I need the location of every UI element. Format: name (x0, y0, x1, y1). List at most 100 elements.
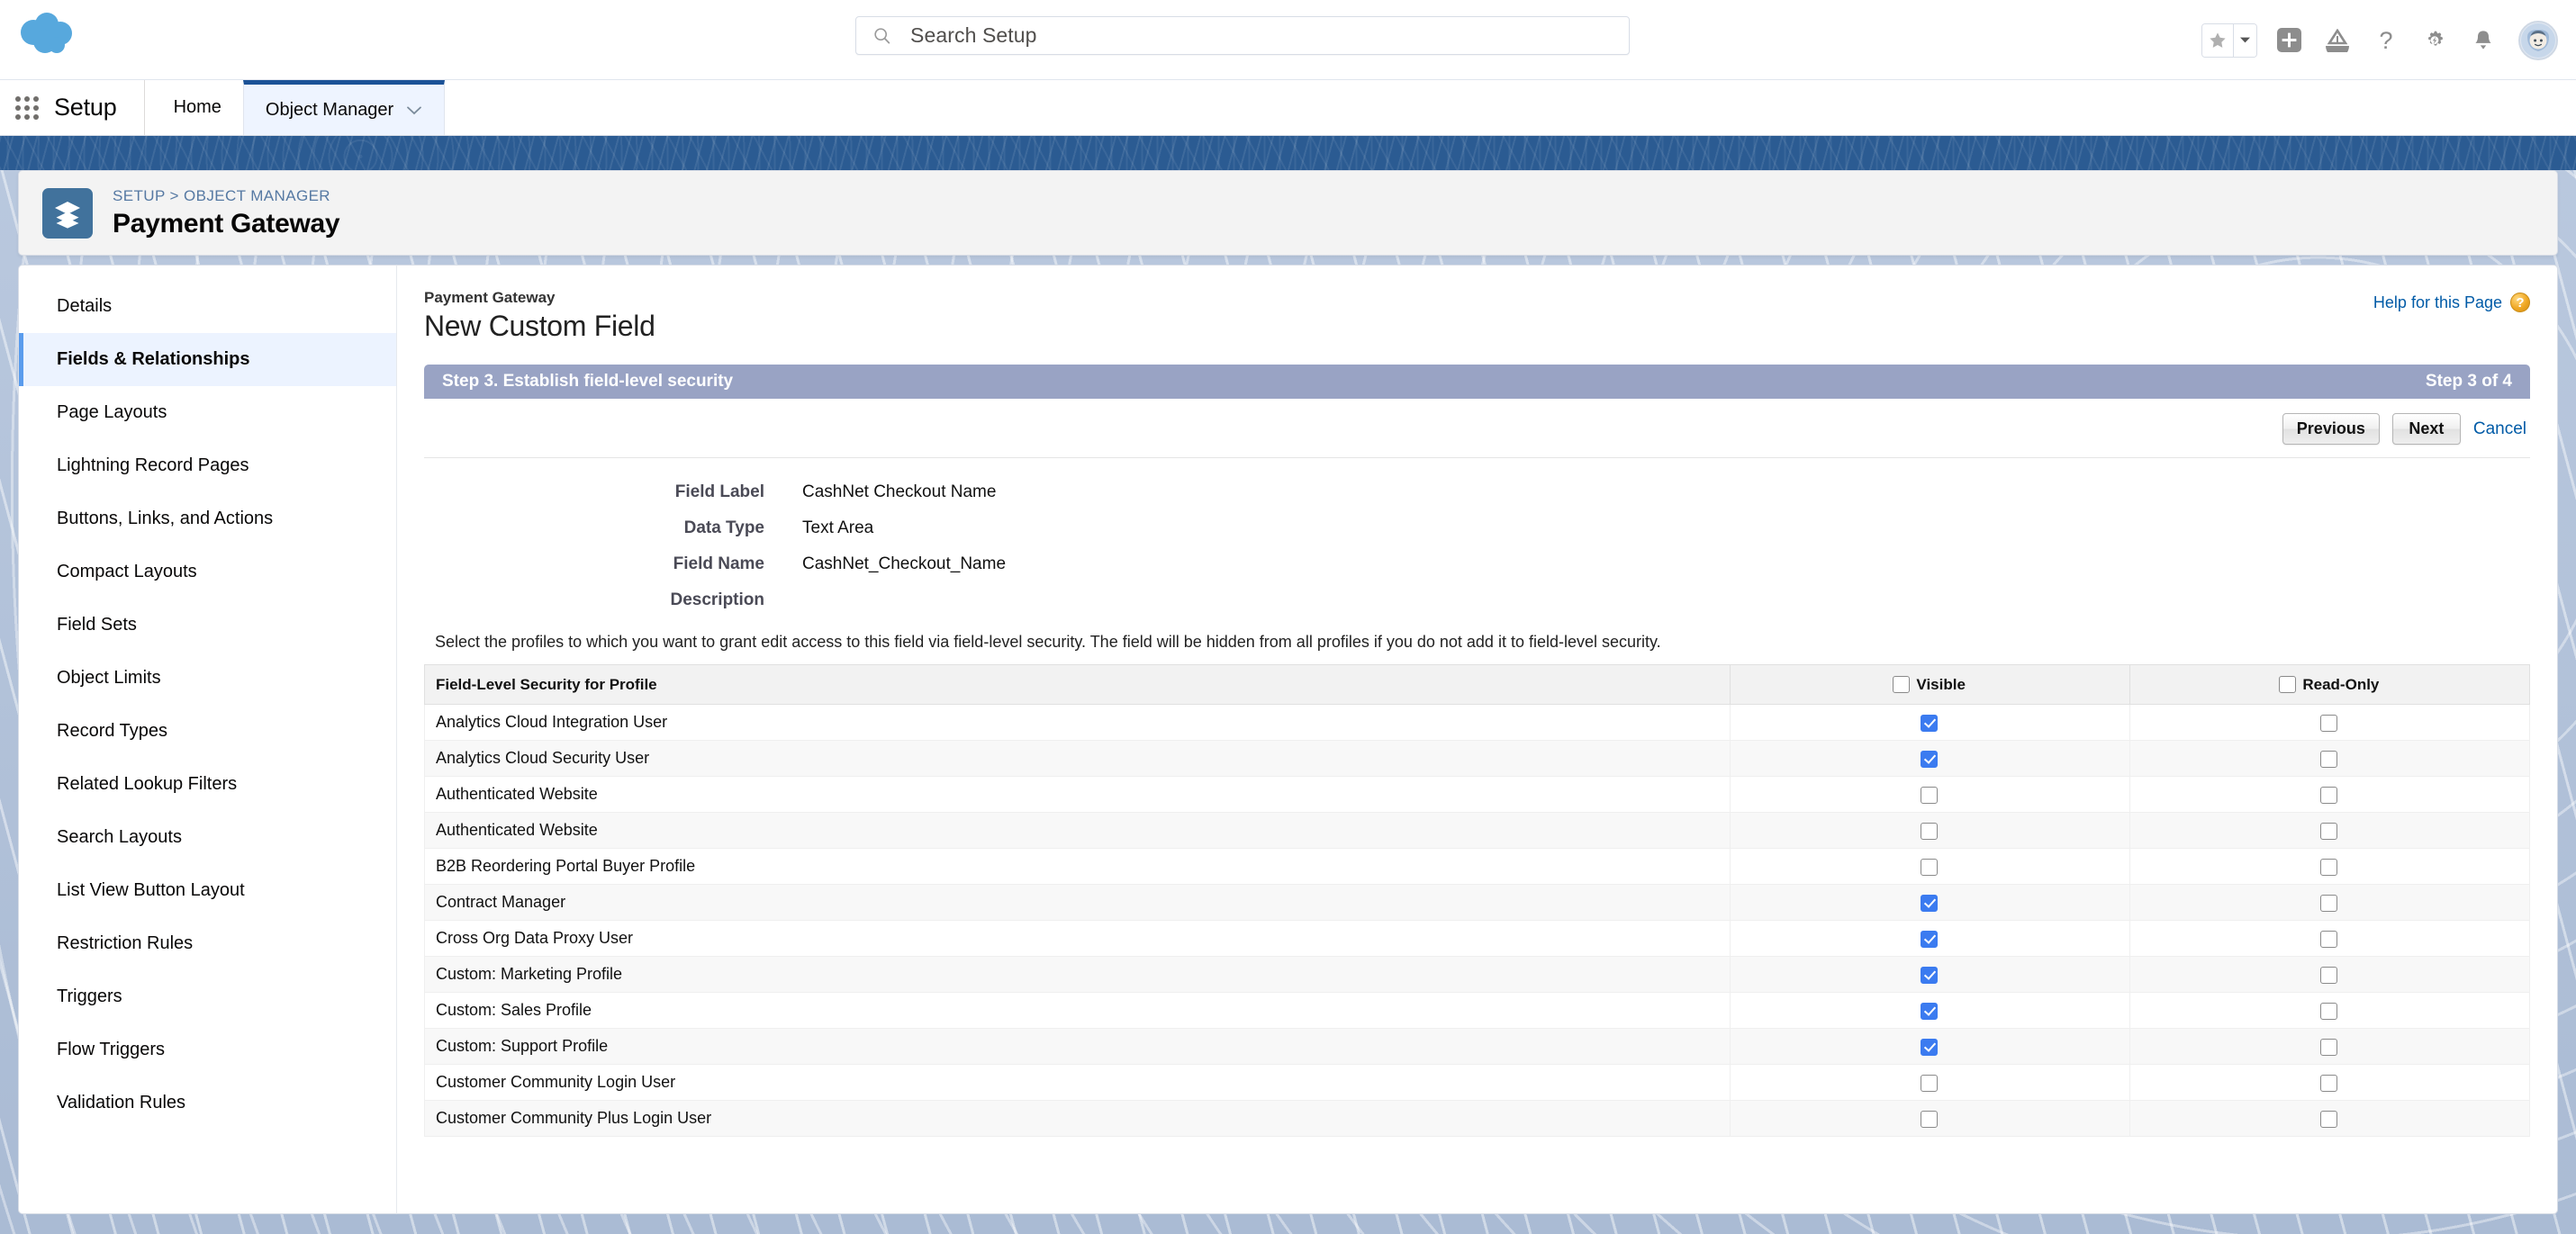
breadcrumb-setup[interactable]: SETUP (113, 187, 165, 204)
help-for-this-page-link[interactable]: Help for this Page ? (2373, 293, 2530, 312)
table-body: Analytics Cloud Integration User Analyti… (424, 704, 2531, 1137)
read-only-checkbox[interactable] (2320, 786, 2338, 804)
sidebar-item-page-layouts[interactable]: Page Layouts (19, 386, 396, 439)
visible-cell[interactable] (1729, 776, 2130, 813)
sidebar-item-compact-layouts[interactable]: Compact Layouts (19, 545, 396, 599)
read-only-cell[interactable] (2129, 1028, 2531, 1065)
read-only-cell[interactable] (2129, 776, 2531, 813)
table-row: Contract Manager (424, 884, 2531, 921)
visible-checkbox[interactable] (1921, 1110, 1939, 1128)
visible-cell[interactable] (1729, 848, 2130, 885)
trailhead-button[interactable] (2320, 23, 2355, 58)
page-shell: SETUP > OBJECT MANAGER Payment Gateway D… (0, 170, 2576, 1234)
visible-cell[interactable] (1729, 884, 2130, 921)
visible-checkbox[interactable] (1921, 894, 1939, 912)
wizard-button-row: Previous Next Cancel (424, 399, 2530, 458)
visible-checkbox[interactable] (1921, 714, 1939, 732)
visible-cell[interactable] (1729, 740, 2130, 777)
read-only-checkbox[interactable] (2320, 1110, 2338, 1128)
tab-home[interactable]: Home (152, 80, 243, 135)
read-only-cell[interactable] (2129, 704, 2531, 741)
read-only-cell[interactable] (2129, 992, 2531, 1029)
select-all-read-only-checkbox[interactable] (2279, 676, 2297, 693)
tab-object-manager[interactable]: Object Manager (242, 80, 446, 135)
table-row: Authenticated Website (424, 776, 2531, 813)
object-sidebar: Details Fields & Relationships Page Layo… (18, 265, 396, 1214)
global-create-button[interactable] (2272, 23, 2306, 58)
sidebar-item-lightning-record-pages[interactable]: Lightning Record Pages (19, 439, 396, 492)
read-only-cell[interactable] (2129, 956, 2531, 993)
body-split: Details Fields & Relationships Page Layo… (18, 265, 2558, 1214)
previous-button[interactable]: Previous (2282, 413, 2380, 445)
sidebar-item-object-limits[interactable]: Object Limits (19, 652, 396, 705)
read-only-checkbox[interactable] (2320, 714, 2338, 732)
visible-checkbox[interactable] (1921, 750, 1939, 768)
read-only-checkbox[interactable] (2320, 822, 2338, 840)
search-setup-container[interactable]: Search Setup (855, 16, 1630, 55)
visible-cell[interactable] (1729, 1064, 2130, 1101)
profile-name: Customer Community Plus Login User (424, 1100, 1731, 1137)
favorites-dropdown-button[interactable] (2233, 23, 2256, 57)
sidebar-item-related-lookup-filters[interactable]: Related Lookup Filters (19, 758, 396, 811)
favorites-star-button[interactable] (2202, 23, 2233, 57)
read-only-cell[interactable] (2129, 812, 2531, 849)
avatar[interactable] (2518, 20, 2558, 60)
sidebar-item-field-sets[interactable]: Field Sets (19, 599, 396, 652)
sidebar-item-search-layouts[interactable]: Search Layouts (19, 811, 396, 864)
salesforce-logo[interactable] (20, 7, 90, 61)
sidebar-item-label: Search Layouts (57, 827, 182, 847)
breadcrumb-object-manager[interactable]: OBJECT MANAGER (184, 187, 330, 204)
visible-checkbox[interactable] (1921, 822, 1939, 840)
visible-checkbox[interactable] (1921, 858, 1939, 876)
visible-cell[interactable] (1729, 956, 2130, 993)
read-only-checkbox[interactable] (2320, 1038, 2338, 1056)
plus-icon (2276, 28, 2301, 52)
visible-checkbox[interactable] (1921, 1074, 1939, 1092)
read-only-cell[interactable] (2129, 740, 2531, 777)
read-only-checkbox[interactable] (2320, 1002, 2338, 1020)
read-only-cell[interactable] (2129, 1100, 2531, 1137)
visible-checkbox[interactable] (1921, 930, 1939, 948)
visible-cell[interactable] (1729, 1028, 2130, 1065)
favorites-group[interactable] (2201, 23, 2257, 58)
search-input[interactable]: Search Setup (855, 16, 1630, 55)
sidebar-item-triggers[interactable]: Triggers (19, 970, 396, 1023)
visible-checkbox[interactable] (1921, 966, 1939, 984)
visible-checkbox[interactable] (1921, 786, 1939, 804)
read-only-checkbox[interactable] (2320, 1074, 2338, 1092)
visible-cell[interactable] (1729, 812, 2130, 849)
read-only-cell[interactable] (2129, 920, 2531, 957)
sidebar-item-buttons-links-actions[interactable]: Buttons, Links, and Actions (19, 492, 396, 545)
read-only-checkbox[interactable] (2320, 894, 2338, 912)
visible-cell[interactable] (1729, 704, 2130, 741)
notifications-button[interactable] (2466, 23, 2500, 58)
read-only-cell[interactable] (2129, 848, 2531, 885)
sidebar-item-validation-rules[interactable]: Validation Rules (19, 1076, 396, 1130)
sidebar-item-details[interactable]: Details (19, 280, 396, 333)
visible-cell[interactable] (1729, 1100, 2130, 1137)
read-only-cell[interactable] (2129, 884, 2531, 921)
read-only-cell[interactable] (2129, 1064, 2531, 1101)
cancel-button[interactable]: Cancel (2473, 419, 2530, 439)
read-only-checkbox[interactable] (2320, 966, 2338, 984)
sidebar-item-label: Lightning Record Pages (57, 455, 249, 475)
sidebar-item-list-view-button-layout[interactable]: List View Button Layout (19, 864, 396, 917)
sidebar-item-fields-relationships[interactable]: Fields & Relationships (19, 333, 396, 386)
select-all-visible-checkbox[interactable] (1893, 676, 1911, 693)
visible-cell[interactable] (1729, 920, 2130, 957)
read-only-checkbox[interactable] (2320, 930, 2338, 948)
visible-cell[interactable] (1729, 992, 2130, 1029)
help-button[interactable]: ? (2369, 23, 2403, 58)
app-launcher-button[interactable] (0, 80, 54, 135)
step-counter: Step 3 of 4 (2425, 372, 2512, 391)
visible-checkbox[interactable] (1921, 1038, 1939, 1056)
sidebar-item-record-types[interactable]: Record Types (19, 705, 396, 758)
profile-name: Customer Community Login User (424, 1064, 1731, 1101)
read-only-checkbox[interactable] (2320, 858, 2338, 876)
setup-gear-button[interactable] (2418, 23, 2452, 58)
sidebar-item-restriction-rules[interactable]: Restriction Rules (19, 917, 396, 970)
visible-checkbox[interactable] (1921, 1002, 1939, 1020)
read-only-checkbox[interactable] (2320, 750, 2338, 768)
sidebar-item-flow-triggers[interactable]: Flow Triggers (19, 1023, 396, 1076)
next-button[interactable]: Next (2391, 413, 2461, 445)
